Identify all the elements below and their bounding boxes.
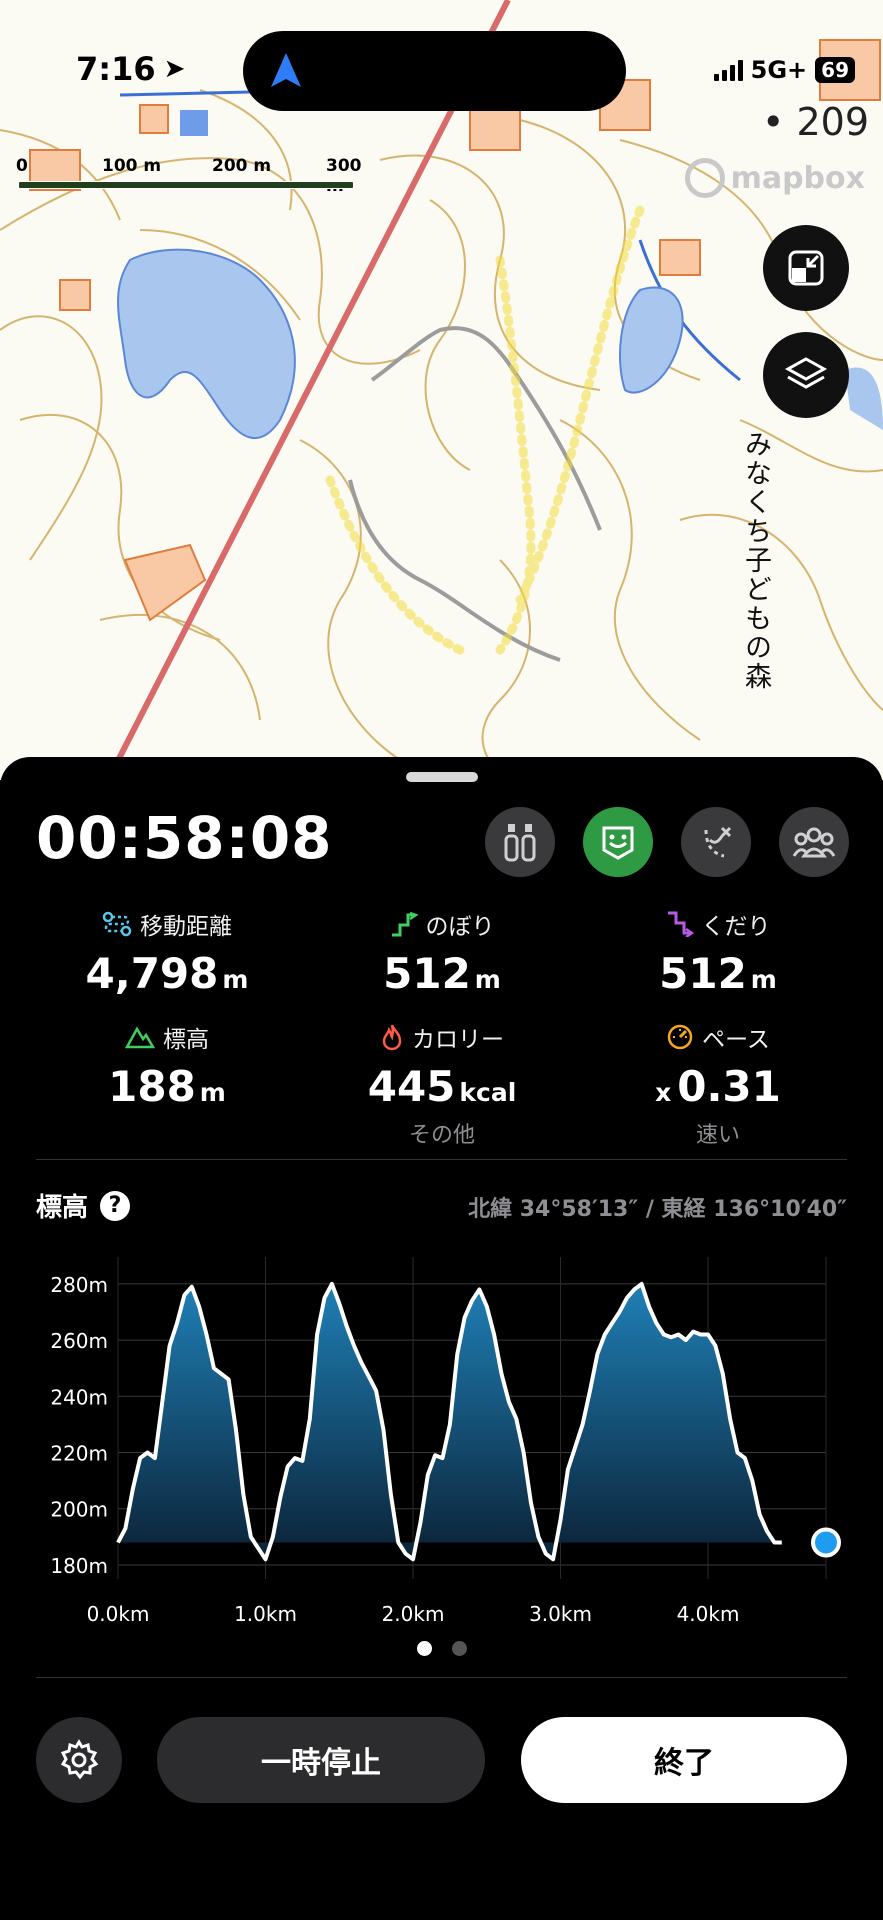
activity-panel: 00:58:08 移動距離 4,798 m のぼり 512 m くだり 512 …: [0, 757, 883, 1920]
flame-icon: [382, 1024, 402, 1051]
stats-divider: [36, 1159, 847, 1160]
stat-calories: カロリー 445 kcal その他: [295, 1020, 589, 1149]
stat-distance-label: 移動距離: [140, 914, 232, 940]
group-icon: [792, 827, 836, 858]
y-tick-label: 220m: [50, 1442, 108, 1466]
stat-distance: 移動距離 4,798 m: [20, 907, 314, 998]
x-tick-label: 1.0km: [234, 1602, 297, 1626]
help-icon[interactable]: ?: [100, 1190, 131, 1221]
elevation-header: 標高 ?: [36, 1187, 131, 1224]
end-button[interactable]: 終了: [521, 1717, 847, 1803]
stat-ascent-label: のぼり: [425, 914, 495, 940]
mapbox-icon: [684, 158, 725, 198]
scale-label-0: 0: [16, 156, 28, 176]
mapbox-logo[interactable]: mapbox: [684, 158, 865, 198]
speedometer-icon: [667, 1024, 693, 1050]
stat-descent-unit: m: [750, 965, 777, 994]
stat-calories-sub: その他: [408, 1123, 475, 1148]
elevation-chart[interactable]: 180m 200m 220m 240m 260m 280m 0.0km 1.0km 2.0km…: [0, 1227, 883, 1627]
layers-icon: [784, 357, 828, 389]
y-tick-label: 260m: [50, 1329, 108, 1353]
location-arrow-icon: ➤: [163, 54, 186, 84]
group-button[interactable]: [779, 807, 849, 877]
stat-distance-value: 4,798: [85, 949, 219, 998]
panel-toolbar: [485, 807, 849, 877]
y-tick-label: 180m: [50, 1554, 108, 1578]
map-layers-button[interactable]: [763, 332, 849, 418]
ascent-icon: [391, 911, 418, 937]
y-tick-label: 280m: [50, 1273, 108, 1297]
collapse-map-button[interactable]: [763, 225, 849, 311]
x-tick-label: 4.0km: [677, 1602, 740, 1626]
pause-button[interactable]: 一時停止: [157, 1717, 485, 1803]
stat-descent-label: くだり: [701, 914, 771, 940]
stat-pace-sub: 速い: [695, 1123, 740, 1148]
chart-pager: [0, 1641, 883, 1656]
stat-calories-value: 445: [367, 1062, 456, 1111]
smile-badge-icon: [602, 826, 634, 860]
stat-calories-unit: kcal: [459, 1078, 517, 1107]
gear-bottles-icon: [504, 824, 536, 862]
stat-descent-value: 512: [659, 949, 747, 998]
stat-ascent: のぼり 512 m: [295, 907, 589, 998]
map-scale-bar: 0 100 m 200 m 300 m: [16, 156, 362, 196]
stat-elevation-value: 188: [108, 1062, 196, 1111]
battery-icon: 69: [815, 57, 855, 83]
settings-button[interactable]: [36, 1717, 122, 1803]
bottom-divider: [36, 1677, 847, 1678]
status-indicators: 5G+ 69: [713, 56, 855, 84]
dynamic-island: [243, 31, 626, 111]
map-number-label: • 209: [761, 100, 869, 144]
route-icon: [102, 911, 132, 937]
gear-icon: [60, 1739, 99, 1780]
stat-pace-label: ペース: [702, 1027, 770, 1053]
stat-pace: ペース x 0.31 速い: [571, 1020, 865, 1149]
mountain-icon: [125, 1026, 155, 1049]
check-in-button[interactable]: [583, 807, 653, 877]
stat-pace-prefix: x: [655, 1078, 672, 1107]
network-label: 5G+: [750, 56, 808, 84]
stat-pace-value: 0.31: [677, 1062, 781, 1111]
map-place-label: みなくち子どもの森: [740, 430, 771, 691]
y-tick-label: 240m: [50, 1385, 108, 1409]
pager-dot-1[interactable]: [416, 1641, 432, 1656]
scale-bar-line: [18, 181, 354, 189]
stat-elevation-label: 標高: [163, 1027, 209, 1053]
gear-checklist-button[interactable]: [485, 807, 555, 877]
stat-calories-label: カロリー: [412, 1027, 504, 1053]
y-tick-label: 200m: [50, 1498, 108, 1522]
stat-elevation: 標高 188 m: [20, 1020, 314, 1111]
x-tick-label: 3.0km: [529, 1602, 592, 1626]
route-branch-button[interactable]: [681, 807, 751, 877]
x-tick-label: 2.0km: [382, 1602, 445, 1626]
signal-icon: [713, 59, 743, 81]
map-view[interactable]: 7:16 ➤ 5G+ 69 • 209 0 100 m 200 m 300 m …: [0, 0, 883, 780]
map-number-text: 209: [796, 100, 869, 144]
route-branch-icon: [704, 826, 732, 858]
elevation-title: 標高: [36, 1193, 89, 1223]
scale-label-100: 100 m: [102, 156, 162, 176]
current-position-marker: [811, 1527, 841, 1558]
stat-distance-unit: m: [222, 965, 249, 994]
coordinates-label: 北緯 34°58′13″ / 東経 136°10′40″: [468, 1197, 847, 1222]
stat-ascent-value: 512: [383, 949, 471, 998]
scale-label-300: 300 m: [326, 156, 362, 196]
elapsed-timer: 00:58:08: [36, 804, 333, 872]
time-label: 7:16: [76, 50, 156, 88]
x-tick-label: 0.0km: [87, 1602, 150, 1626]
collapse-icon: [788, 250, 824, 286]
status-time: 7:16 ➤: [76, 50, 185, 88]
mapbox-label: mapbox: [730, 160, 865, 196]
stat-descent: くだり 512 m: [571, 907, 865, 998]
pager-dot-2[interactable]: [451, 1641, 467, 1656]
stat-ascent-unit: m: [474, 965, 501, 994]
scale-label-200: 200 m: [212, 156, 272, 176]
panel-drag-handle[interactable]: [406, 772, 478, 782]
stat-elevation-unit: m: [199, 1078, 226, 1107]
navigation-arrow-icon: [271, 53, 301, 87]
descent-icon: [667, 911, 694, 937]
